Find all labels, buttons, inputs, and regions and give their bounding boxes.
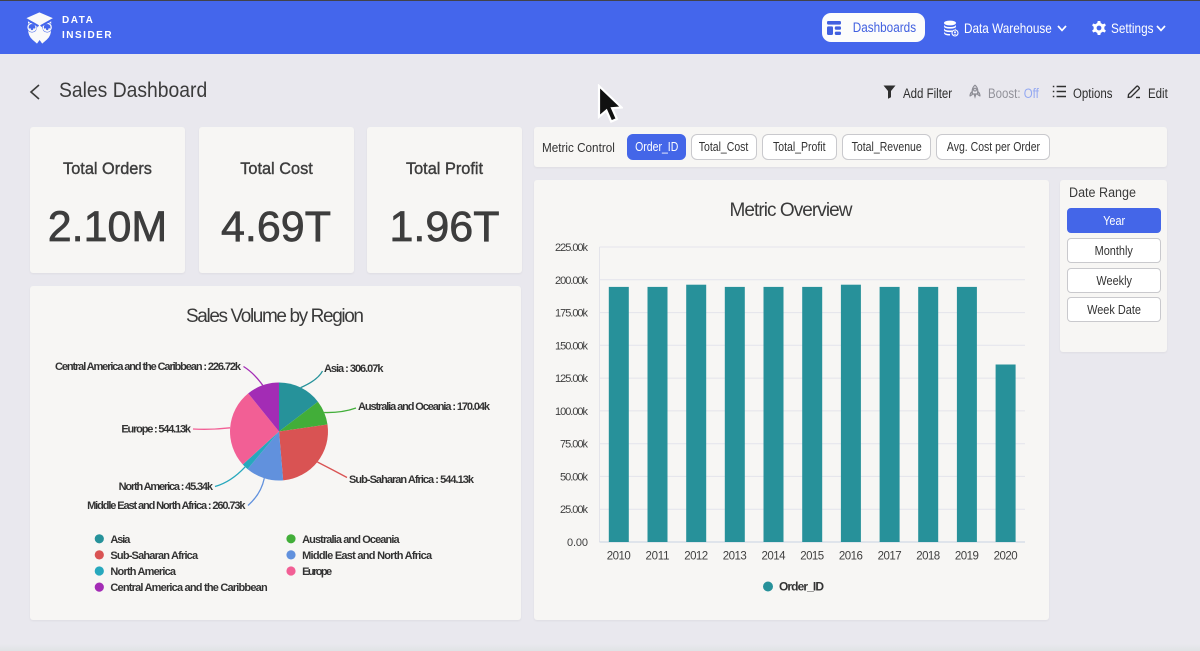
svg-text:Sub-Saharan Africa : 544.13k: Sub-Saharan Africa : 544.13k: [349, 474, 475, 486]
svg-text:2012: 2012: [684, 551, 708, 563]
svg-text:150.00k: 150.00k: [555, 340, 589, 352]
svg-text:Sub-Saharan Africa: Sub-Saharan Africa: [110, 550, 199, 562]
svg-text:200.00k: 200.00k: [555, 275, 589, 287]
svg-text:2011: 2011: [646, 551, 670, 563]
svg-text:2014: 2014: [762, 551, 787, 563]
svg-text:2017: 2017: [878, 551, 902, 563]
svg-text:125.00k: 125.00k: [555, 373, 589, 385]
svg-text:50.00k: 50.00k: [560, 471, 589, 483]
svg-text:Middle East and North Africa: Middle East and North Africa: [302, 550, 433, 562]
svg-text:175.00k: 175.00k: [555, 308, 589, 320]
svg-text:Central America and the Caribb: Central America and the Caribbean: [110, 582, 268, 594]
svg-text:25.00k: 25.00k: [560, 504, 589, 516]
svg-text:100.00k: 100.00k: [555, 406, 589, 418]
svg-text:225.00k: 225.00k: [555, 242, 589, 254]
svg-text:Europe: Europe: [302, 566, 332, 578]
svg-text:Sales Volume by Region: Sales Volume by Region: [186, 306, 364, 327]
svg-text:2010: 2010: [607, 551, 631, 563]
svg-text:2020: 2020: [994, 551, 1018, 563]
svg-text:Asia : 306.07k: Asia : 306.07k: [324, 363, 384, 375]
svg-text:Asia: Asia: [110, 534, 131, 546]
svg-text:2013: 2013: [723, 551, 747, 563]
svg-text:2015: 2015: [800, 551, 824, 563]
svg-text:2019: 2019: [955, 551, 979, 563]
svg-text:2016: 2016: [839, 551, 863, 563]
svg-text:Middle East and North Africa :: Middle East and North Africa : 260.73k: [87, 500, 246, 512]
svg-text:Australia and Oceania : 170.04: Australia and Oceania : 170.04k: [358, 401, 491, 413]
svg-text:Australia and Oceania: Australia and Oceania: [302, 534, 400, 546]
svg-text:North America: North America: [110, 566, 176, 578]
svg-text:75.00k: 75.00k: [560, 439, 589, 451]
svg-text:North America : 45.34k: North America : 45.34k: [119, 481, 214, 493]
svg-text:Order_ID: Order_ID: [779, 580, 824, 594]
svg-text:Europe : 544.13k: Europe : 544.13k: [121, 424, 191, 436]
svg-text:0.00: 0.00: [567, 537, 588, 549]
svg-text:Metric Overview: Metric Overview: [730, 200, 853, 221]
svg-text:Central America and the Caribb: Central America and the Caribbean : 226.…: [55, 361, 242, 373]
svg-text:2018: 2018: [916, 551, 940, 563]
